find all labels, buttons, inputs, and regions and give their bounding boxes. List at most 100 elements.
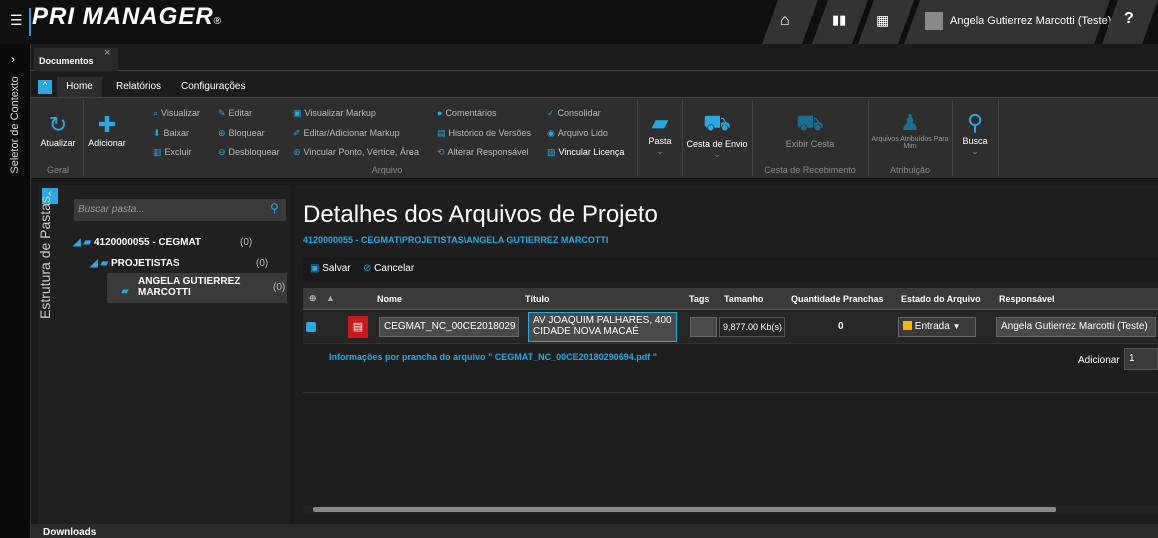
adicionar-label: Adicionar bbox=[1078, 355, 1120, 366]
close-tab-icon[interactable]: × bbox=[104, 47, 110, 59]
nome-field[interactable]: CEGMAT_NC_00CE2018029 bbox=[379, 317, 519, 337]
downloads-bar[interactable]: Downloads bbox=[31, 524, 1158, 538]
user-assigned-icon: ♟ bbox=[900, 110, 920, 135]
cancel-icon: ⊘ bbox=[363, 263, 372, 274]
comentarios-button[interactable]: ● Comentários bbox=[437, 108, 496, 118]
folder-icon: ▰ bbox=[121, 286, 129, 297]
vincular-licenca-button[interactable]: ▧ Vincular Licença bbox=[547, 147, 624, 158]
menu-icon[interactable]: ☰ bbox=[10, 12, 23, 29]
estado-select[interactable]: Entrada ▼ bbox=[898, 317, 976, 337]
group-cesta-recebimento-label: Cesta de Recebimento bbox=[764, 165, 856, 175]
tree-count: (0) bbox=[273, 282, 286, 293]
responsavel-field[interactable]: Angela Gutierrez Marcotti (Teste) bbox=[996, 317, 1156, 337]
link-point-icon: ⊛ bbox=[293, 147, 301, 157]
tab-configuracoes[interactable]: Configurações bbox=[181, 77, 245, 97]
edit-markup-icon: ✐ bbox=[293, 128, 301, 138]
titulo-field[interactable]: AV JOAQUIM PALHARES, 400 CIDADE NOVA MAC… bbox=[528, 312, 677, 342]
excluir-button[interactable]: ▥ Excluir bbox=[153, 147, 192, 158]
license-icon: ▧ bbox=[547, 147, 556, 157]
tree-item-cegmat[interactable]: ◢ ▰ 4120000055 - CEGMAT bbox=[73, 237, 201, 248]
view-icon: ⌕ bbox=[153, 108, 159, 118]
search-icon: ⚲ bbox=[966, 110, 984, 135]
save-icon: ▣ bbox=[310, 263, 320, 274]
desbloquear-button[interactable]: ⊖ Desbloquear bbox=[218, 147, 280, 158]
folder-panel bbox=[38, 185, 290, 525]
historico-button[interactable]: ▤ Histórico de Versões bbox=[437, 128, 531, 139]
tab-home[interactable]: Home bbox=[57, 77, 102, 97]
calendar-icon[interactable]: ▦ bbox=[876, 12, 889, 29]
change-owner-icon: ⟲ bbox=[437, 147, 445, 157]
delete-icon: ▥ bbox=[153, 147, 162, 157]
adicionar-quantity-input[interactable]: 1 bbox=[1124, 348, 1158, 370]
read-icon: ◉ bbox=[547, 128, 555, 138]
pasta-button[interactable]: ▰ Pasta ⌄ bbox=[641, 110, 679, 157]
group-arquivo-label: Arquivo bbox=[371, 165, 403, 175]
tree-item-projetistas[interactable]: ◢ ▰ PROJETISTAS bbox=[90, 258, 180, 269]
busca-button[interactable]: ⚲ Busca ⌄ bbox=[955, 110, 995, 157]
chart-icon[interactable]: ▮▮ bbox=[832, 12, 846, 28]
divider bbox=[682, 100, 683, 176]
adicionar-button[interactable]: ✚ Adicionar bbox=[85, 112, 129, 148]
home-icon[interactable]: ⌂ bbox=[780, 12, 790, 30]
alterar-responsavel-button[interactable]: ⟲ Alterar Responsável bbox=[437, 147, 529, 158]
divider bbox=[952, 100, 953, 176]
consolidar-button[interactable]: ✓ Consolidar bbox=[547, 108, 601, 119]
column-tamanho[interactable]: Tamanho bbox=[724, 294, 763, 304]
comments-icon: ● bbox=[437, 108, 443, 118]
collapse-row-icon[interactable] bbox=[306, 322, 316, 332]
brand-divider bbox=[29, 8, 31, 36]
save-button[interactable]: ▣ Salvar bbox=[310, 263, 351, 274]
group-atribuicao-label: Atribuição bbox=[889, 165, 931, 175]
lock-icon: ⊕ bbox=[218, 128, 226, 138]
arquivo-lido-button[interactable]: ◉ Arquivo Lido bbox=[547, 128, 608, 139]
arquivos-atribuidos-button[interactable]: ♟ Arquivos Atribuídos Para Mim bbox=[870, 110, 950, 150]
app-logo: PRI MANAGER® bbox=[32, 3, 223, 30]
editar-markup-button[interactable]: ✐ Editar/Adicionar Markup bbox=[293, 128, 400, 139]
tree-count: (0) bbox=[240, 237, 253, 248]
baixar-button[interactable]: ⬇ Baixar bbox=[153, 128, 189, 139]
cancel-button[interactable]: ⊘ Cancelar bbox=[363, 263, 414, 274]
visualizar-markup-button[interactable]: ▣ Visualizar Markup bbox=[293, 108, 376, 119]
expand-icon: ◢ ▰ bbox=[73, 237, 92, 248]
breadcrumb: 4120000055 - CEGMAT\PROJETISTAS\ANGELA G… bbox=[303, 235, 609, 245]
column-quantidade-pranchas[interactable]: Quantidade Pranchas bbox=[791, 294, 884, 304]
divider bbox=[83, 100, 84, 176]
tree-count: (0) bbox=[256, 258, 269, 269]
expand-all-icon[interactable]: ⊕ bbox=[309, 293, 317, 304]
tree-item-angela[interactable]: ANGELA GUTIERREZ MARCOTTI bbox=[138, 276, 248, 298]
markup-icon: ▣ bbox=[293, 108, 302, 118]
action-bar bbox=[303, 257, 1158, 282]
atualizar-button[interactable]: ↻ Atualizar bbox=[36, 112, 80, 148]
user-name[interactable]: Angela Gutierrez Marcotti (Teste) bbox=[950, 15, 1111, 27]
collapse-ribbon-icon[interactable]: ^ bbox=[38, 80, 52, 94]
help-icon[interactable]: ? bbox=[1124, 10, 1134, 28]
group-geral-label: Geral bbox=[46, 165, 69, 175]
sheets-count: 0 bbox=[838, 321, 844, 332]
tab-relatorios[interactable]: Relatórios bbox=[116, 77, 161, 97]
exibir-cesta-button[interactable]: ⛟ Exibir Cesta bbox=[780, 110, 840, 149]
column-tags[interactable]: Tags bbox=[689, 294, 709, 304]
column-nome[interactable]: Nome bbox=[377, 294, 402, 304]
scrollbar-thumb[interactable] bbox=[313, 507, 1056, 512]
bloquear-button[interactable]: ⊕ Bloquear bbox=[218, 128, 265, 139]
column-responsavel[interactable]: Responsável bbox=[999, 294, 1055, 304]
folder-structure-label: Estrutura de Pastas bbox=[37, 196, 53, 319]
editar-button[interactable]: ✎ Editar bbox=[218, 108, 252, 119]
column-titulo[interactable]: Título bbox=[525, 294, 550, 304]
column-estado[interactable]: Estado do Arquivo bbox=[901, 294, 981, 304]
expand-icon: ◢ ▰ bbox=[90, 258, 109, 269]
document-tab-bar bbox=[31, 44, 1158, 71]
unlock-icon: ⊖ bbox=[218, 147, 226, 157]
sheet-info-link[interactable]: Informações por prancha do arquivo " CEG… bbox=[329, 352, 657, 362]
folder-search-input[interactable]: Buscar pasta... bbox=[74, 199, 286, 221]
folder-icon: ▰ bbox=[651, 110, 669, 135]
visualizar-button[interactable]: ⌕ Visualizar bbox=[153, 108, 200, 119]
search-icon[interactable]: ⚲ bbox=[270, 201, 279, 215]
divider bbox=[998, 100, 999, 176]
cesta-envio-button[interactable]: ⛟ Cesta de Envio ⌄ bbox=[684, 110, 750, 160]
vincular-ponto-button[interactable]: ⊛ Vincular Ponto, Vértice, Área bbox=[293, 147, 419, 158]
tags-field[interactable] bbox=[690, 317, 717, 337]
edit-icon: ✎ bbox=[218, 108, 226, 118]
context-selector-label[interactable]: Seletor de Contexto bbox=[9, 63, 23, 187]
basket-icon: ⛟ bbox=[796, 110, 824, 135]
